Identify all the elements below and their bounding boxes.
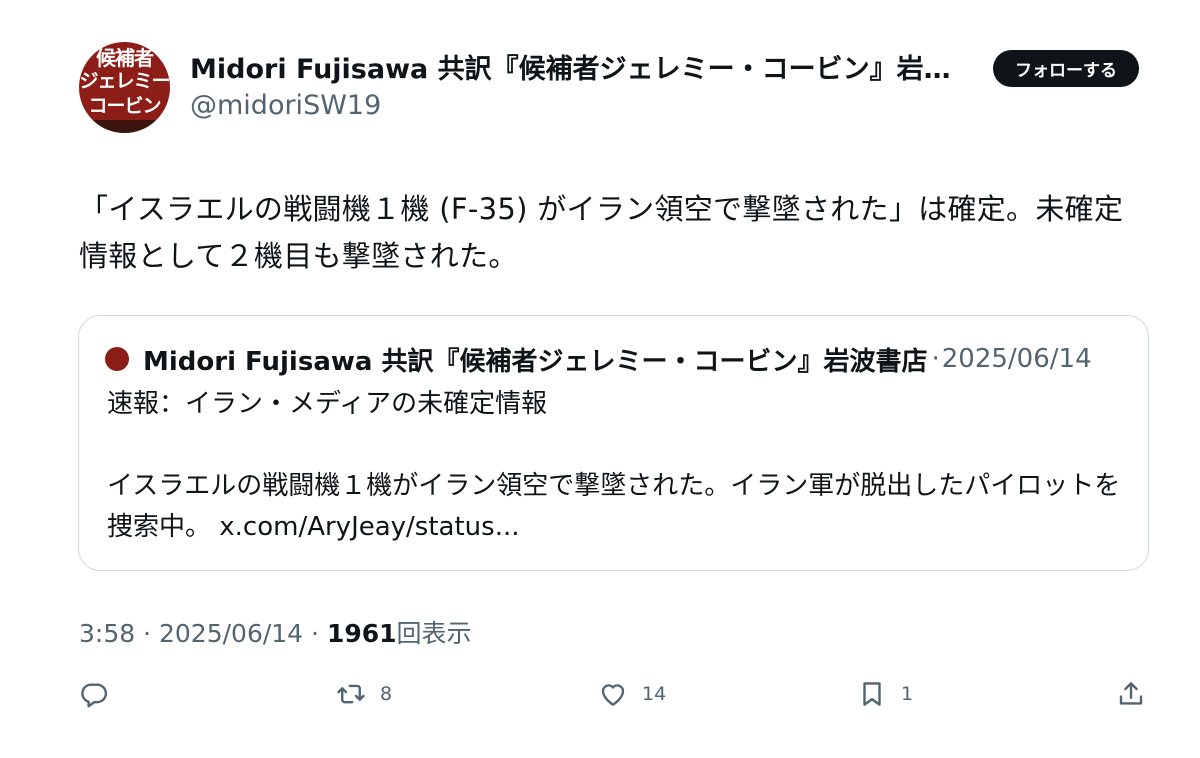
quoted-tweet-card[interactable]: Midori Fujisawa 共訳『候補者ジェレミー・コービン』岩波書店 · … <box>78 315 1149 571</box>
quote-separator: · <box>931 344 940 374</box>
bookmark-button[interactable]: 1 <box>857 676 913 712</box>
avatar-line-3: コービン <box>88 95 161 117</box>
retweet-count: 8 <box>380 683 393 705</box>
heart-icon <box>598 679 628 709</box>
retweet-button[interactable]: 8 <box>336 676 392 712</box>
quote-text: 速報：イラン・メディアの未確定情報 イスラエルの戦闘機１機がイラン領空で撃墜され… <box>107 389 1121 542</box>
author-handle[interactable]: @midoriSW19 <box>190 86 381 126</box>
reply-button[interactable] <box>79 676 109 712</box>
tweet-meta: 3:58 · 2025/06/14 · 1961回表示 <box>79 614 472 654</box>
avatar-line-1: 候補者 <box>96 46 154 70</box>
quote-date: 2025/06/14 <box>941 344 1092 374</box>
bookmark-icon <box>857 679 887 709</box>
like-button[interactable]: 14 <box>598 676 666 712</box>
quote-author-name: Midori Fujisawa 共訳『候補者ジェレミー・コービン』岩波書店 <box>143 346 928 377</box>
tweet-date[interactable]: 2025/06/14 <box>159 619 303 648</box>
follow-button[interactable]: フォローする <box>993 50 1139 87</box>
avatar-line-2: ジェレミー <box>79 70 170 92</box>
views-count: 1961 <box>326 619 397 648</box>
author-display-name[interactable]: Midori Fujisawa 共訳『候補者ジェレミー・コービン』岩波書店 <box>190 50 972 90</box>
tweet-time[interactable]: 3:58 <box>79 619 135 648</box>
author-avatar[interactable]: 候補者 ジェレミー コービン <box>79 42 170 133</box>
tweet-text: 「イスラエルの戦闘機１機 (F-35) がイラン領空で撃墜された」は確定。未確定… <box>79 192 1124 273</box>
like-count: 14 <box>642 683 667 705</box>
meta-separator-2: · <box>311 619 319 648</box>
quote-author-avatar <box>105 347 129 371</box>
meta-separator-1: · <box>143 619 152 648</box>
retweet-icon <box>336 679 366 709</box>
reply-icon <box>79 679 109 709</box>
share-button[interactable] <box>1116 676 1146 712</box>
share-icon <box>1116 679 1146 709</box>
quote-header: Midori Fujisawa 共訳『候補者ジェレミー・コービン』岩波書店 · … <box>143 339 1123 379</box>
bookmark-count: 1 <box>901 683 914 705</box>
views-label: 回表示 <box>396 619 472 648</box>
avatar-band <box>79 120 170 133</box>
